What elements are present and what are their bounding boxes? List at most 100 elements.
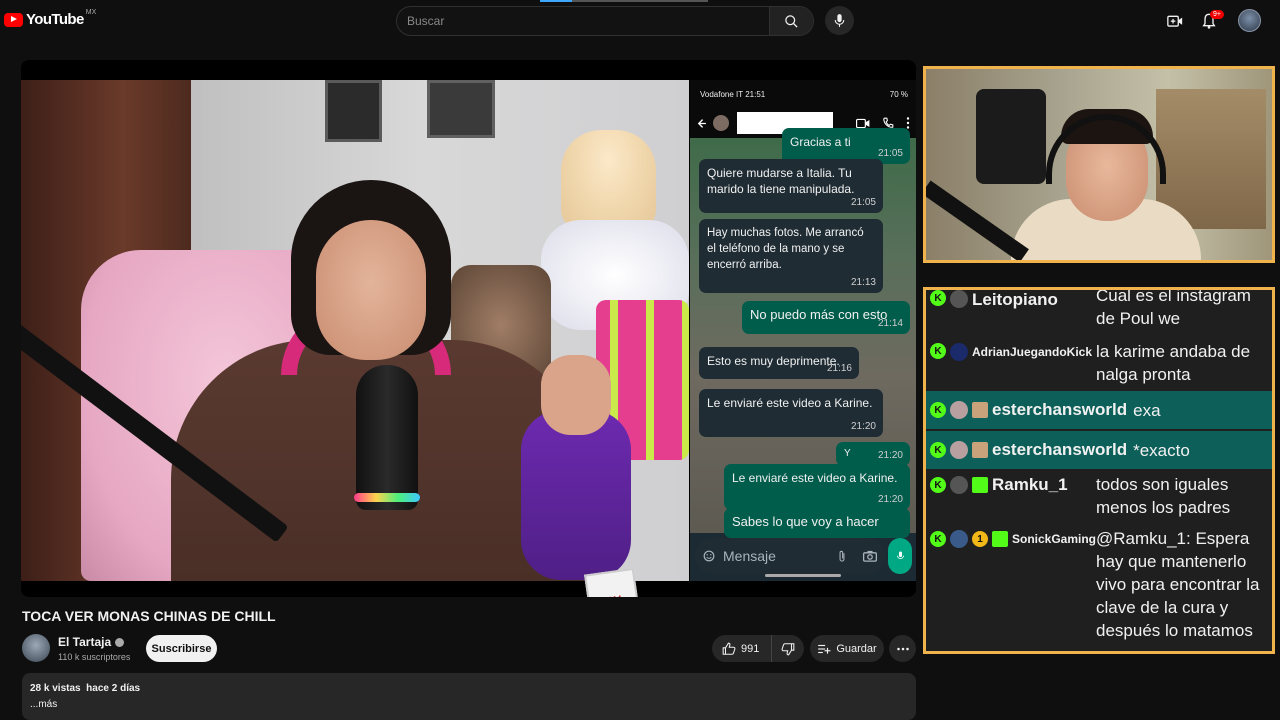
save-button[interactable]: Guardar [810,635,884,662]
account-avatar[interactable] [1238,9,1261,32]
phone-battery: 70 % [889,89,908,99]
chat-row: K esterchansworld exa [926,391,1272,429]
live-chat-overlay: K Leitopiano Cual es el instagram de Pou… [923,287,1275,654]
video-player[interactable]: 2014 Vodafone IT 21:51 70 % Gracias a ti… [21,60,916,597]
mic-icon [834,14,845,27]
youtube-play-icon [4,12,23,27]
subscriber-badge [972,477,988,493]
search-icon [785,14,798,28]
emoji-icon [703,550,715,562]
chat-message-text: la karime andaba de nalga pronta [1096,342,1251,384]
webcam-overlay [923,66,1275,263]
chat-username: SonickGaming [1011,532,1097,546]
channel-avatar[interactable] [22,634,50,662]
voice-search-button[interactable] [825,6,854,35]
save-label: Guardar [836,642,877,655]
video-frame-room: 2014 [21,80,689,597]
user-avatar [950,476,968,494]
kebab-menu-icon [906,117,910,129]
chat-row: K 1 SonickGaming @Ramku_1: Espera hay qu… [926,527,1272,651]
thumb-up-icon [722,642,736,655]
region-code: MX [85,9,97,16]
message-text: Le enviaré este video a Karine. [732,471,898,485]
like-dislike-group: 991 [712,635,804,662]
dislike-button[interactable] [772,642,804,656]
home-indicator [765,574,841,577]
streamer-mic-arm [926,180,1029,260]
like-button[interactable]: 991 [712,635,772,662]
message-time: 21:16 [826,363,852,374]
contact-avatar [713,115,729,131]
user-avatar [950,530,968,548]
patch-text: 2014 [589,592,636,597]
more-actions-button[interactable] [889,635,916,662]
channel-name[interactable]: El Tartaja [58,635,125,649]
search-button[interactable] [769,7,813,35]
phone-carrier-time: Vodafone IT 21:51 [700,89,766,99]
top-bar: YouTube MX 9+ [0,0,1280,42]
voice-note-button [888,538,912,574]
kick-icon: K [930,442,946,458]
wall-frame [325,80,382,142]
tier-badge: 1 [971,531,988,547]
user-avatar [950,441,968,459]
message-text: Gracias a ti [790,135,851,149]
chat-message: Le enviaré este video a Karine. 21:20 [699,389,883,437]
chat-message-text: @Ramku_1: Espera hay que mantenerlo vivo… [1096,529,1260,640]
chat-username: esterchansworld [992,400,1128,419]
message-text: Esto es muy deprimente. [707,354,840,368]
message-time: 21:20 [850,421,876,432]
description-box[interactable]: 28 k vistas hace 2 días ...más [22,673,916,720]
kick-icon: K [930,343,946,359]
wall-frame [427,80,495,138]
create-button[interactable] [1164,10,1186,32]
user-avatar [950,401,968,419]
microphone [356,365,418,510]
message-text: Hay muchas fotos. Me arrancó el teléfono… [707,227,864,271]
youtube-logo[interactable]: YouTube MX [4,9,97,28]
notification-badge: 9+ [1210,10,1224,19]
logo-text: YouTube [26,11,84,28]
message-time: 21:05 [877,148,903,159]
show-more-link[interactable]: ...más [30,699,908,710]
chat-message-text: todos son iguales menos los padres [1096,475,1231,517]
video-title: TOCA VER MONAS CHINAS DE CHILL [22,608,276,624]
camera-icon [863,550,877,562]
chat-message: Esto es muy deprimente. 21:16 [699,347,859,379]
hand [541,355,611,435]
create-icon [1167,15,1183,27]
microphone-light-ring [354,493,420,502]
attach-icon [839,550,845,562]
channel-name-text: El Tartaja [58,635,112,649]
chat-meta: K AdrianJuegandoKick [926,340,1096,388]
user-avatar [950,343,968,361]
thumb-down-icon [781,642,795,655]
sleeve [521,410,631,580]
chat-username: Ramku_1 [992,475,1068,494]
search-input[interactable] [397,7,769,35]
kick-icon: K [930,402,946,418]
subscriber-badge [972,402,988,418]
subscribe-button[interactable]: Suscribirse [146,635,217,662]
upload-age: hace 2 días [86,683,141,694]
message-text: Y [844,448,851,459]
like-count: 991 [741,642,760,655]
user-avatar [950,290,968,308]
chat-meta: K esterchansworld [926,398,1127,422]
chat-message: Y 21:20 [836,442,910,466]
search-box [396,6,814,36]
whatsapp-screenshot: Vodafone IT 21:51 70 % Gracias a ti 21:05… [690,80,916,581]
chat-message: No puedo más con esto 21:14 [742,301,910,334]
chat-meta: K Leitopiano [926,290,1096,314]
view-count: 28 k vistas [30,683,81,694]
message-time: 21:20 [877,450,903,461]
message-time: 21:13 [850,277,876,288]
message-time: 21:05 [850,197,876,208]
kick-icon: K [930,290,946,306]
message-text: Quiere mudarse a Italia. Tu marido la ti… [707,166,855,196]
kick-icon: K [930,477,946,493]
subscriber-badge [991,531,1008,547]
face [316,220,426,360]
chat-meta: K Ramku_1 [926,473,1096,497]
chat-row: K Ramku_1 todos son iguales menos los pa… [926,473,1272,523]
